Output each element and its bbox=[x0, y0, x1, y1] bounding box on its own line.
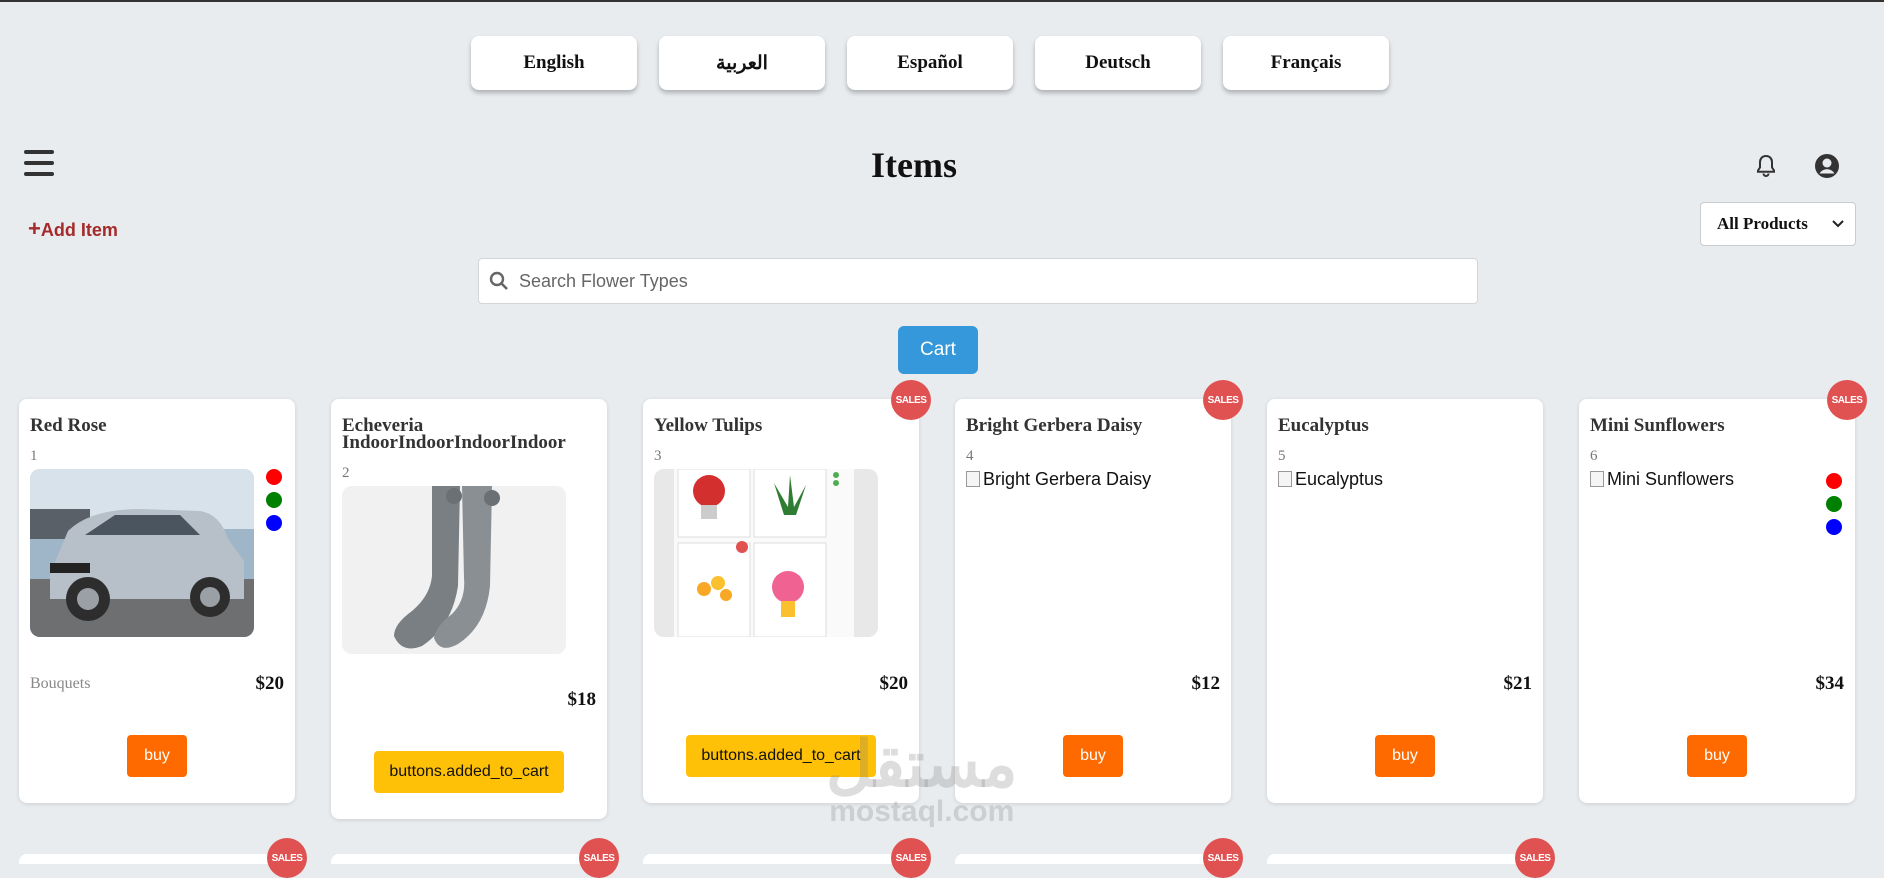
product-name: Red Rose bbox=[30, 415, 107, 436]
product-id: 3 bbox=[654, 448, 662, 464]
sales-badge: SALES bbox=[1203, 380, 1243, 420]
color-dot-red[interactable] bbox=[1826, 473, 1842, 489]
sales-badge: SALES bbox=[891, 838, 931, 878]
broken-image[interactable]: Mini Sunflowers bbox=[1590, 469, 1844, 490]
product-card: Echeveria IndoorIndoorIndoorIndoor 2 $18… bbox=[331, 399, 607, 819]
product-image-area bbox=[342, 486, 596, 654]
filter-selected-value: All Products bbox=[1717, 214, 1808, 233]
product-price: $12 bbox=[1191, 673, 1221, 694]
search-input[interactable] bbox=[517, 269, 1421, 293]
product-card: Eucalyptus 5 Eucalyptus $21 buy bbox=[1267, 399, 1543, 803]
add-item-label: Add Item bbox=[40, 220, 118, 240]
broken-image[interactable]: Eucalyptus bbox=[1278, 469, 1532, 490]
buy-button[interactable]: buy bbox=[127, 735, 187, 777]
added-to-cart-button[interactable]: buttons.added_to_cart bbox=[374, 751, 564, 793]
sales-badge: SALES bbox=[891, 380, 931, 420]
sales-badge: SALES bbox=[579, 838, 619, 878]
product-name: Echeveria IndoorIndoorIndoorIndoor bbox=[342, 415, 566, 453]
plus-icon: + bbox=[28, 216, 41, 241]
color-dot-green[interactable] bbox=[266, 492, 282, 508]
buy-button[interactable]: buy bbox=[1687, 735, 1747, 777]
sales-badge: SALES bbox=[1827, 380, 1867, 420]
buy-button[interactable]: buy bbox=[1063, 735, 1123, 777]
product-id: 2 bbox=[342, 465, 350, 481]
image-alt-text: Eucalyptus bbox=[1295, 469, 1384, 489]
added-to-cart-button[interactable]: buttons.added_to_cart bbox=[686, 735, 876, 777]
color-options bbox=[266, 469, 282, 531]
product-name: Yellow Tulips bbox=[654, 415, 763, 436]
product-image-area bbox=[654, 469, 908, 637]
lang-button-german[interactable]: Deutsch bbox=[1035, 36, 1201, 90]
product-image[interactable] bbox=[30, 469, 254, 637]
lang-button-spanish[interactable]: Español bbox=[847, 36, 1013, 90]
lang-button-french[interactable]: Français bbox=[1223, 36, 1389, 90]
product-id: 6 bbox=[1590, 448, 1598, 464]
product-id: 5 bbox=[1278, 448, 1286, 464]
broken-image-icon bbox=[1590, 471, 1604, 487]
color-options bbox=[1826, 473, 1842, 535]
cart-button[interactable]: Cart bbox=[898, 326, 978, 374]
product-name: Bright Gerbera Daisy bbox=[966, 415, 1143, 436]
product-category: Bouquets bbox=[30, 675, 91, 692]
product-price: $20 bbox=[255, 673, 285, 694]
color-dot-blue[interactable] bbox=[266, 515, 282, 531]
sales-badge: SALES bbox=[1203, 838, 1243, 878]
broken-image-icon bbox=[966, 471, 980, 487]
product-filter-select[interactable]: All Products bbox=[1700, 202, 1856, 246]
sales-badge: SALES bbox=[267, 838, 307, 878]
product-price: $18 bbox=[567, 689, 597, 710]
color-dot-blue[interactable] bbox=[1826, 519, 1842, 535]
buy-button[interactable]: buy bbox=[1375, 735, 1435, 777]
language-bar: English العربية Español Deutsch Français bbox=[471, 36, 1389, 90]
product-price: $21 bbox=[1503, 673, 1533, 694]
product-id: 4 bbox=[966, 448, 974, 464]
image-alt-text: Bright Gerbera Daisy bbox=[983, 469, 1152, 489]
chevron-down-icon bbox=[1832, 220, 1844, 228]
user-circle-icon[interactable] bbox=[1813, 152, 1841, 180]
product-card: Yellow Tulips 3 $20 buttons.added_to_car… bbox=[643, 399, 919, 803]
broken-image-icon bbox=[1278, 471, 1292, 487]
product-price: $34 bbox=[1815, 673, 1845, 694]
product-image-area bbox=[30, 469, 284, 637]
search-icon bbox=[489, 271, 508, 290]
bell-icon[interactable] bbox=[1752, 152, 1780, 180]
product-image[interactable] bbox=[342, 486, 566, 654]
search-bar bbox=[478, 258, 1478, 304]
color-dot-green[interactable] bbox=[1826, 496, 1842, 512]
broken-image[interactable]: Bright Gerbera Daisy bbox=[966, 469, 1220, 490]
page-title: Items bbox=[871, 145, 957, 185]
product-price: $20 bbox=[879, 673, 909, 694]
product-card: Bright Gerbera Daisy 4 Bright Gerbera Da… bbox=[955, 399, 1231, 803]
product-image[interactable] bbox=[654, 469, 878, 637]
lang-button-english[interactable]: English bbox=[471, 36, 637, 90]
sales-badge: SALES bbox=[1515, 838, 1555, 878]
product-name: Mini Sunflowers bbox=[1590, 415, 1725, 436]
product-card: Red Rose 1 Bouquets $20 buy bbox=[19, 399, 295, 803]
product-id: 1 bbox=[30, 448, 38, 464]
add-item-button[interactable]: +Add Item bbox=[28, 216, 118, 242]
color-dot-red[interactable] bbox=[266, 469, 282, 485]
product-name: Eucalyptus bbox=[1278, 415, 1369, 436]
product-card: Mini Sunflowers 6 Mini Sunflowers $34 bu… bbox=[1579, 399, 1855, 803]
product-image-area: Mini Sunflowers bbox=[1590, 469, 1844, 535]
image-alt-text: Mini Sunflowers bbox=[1607, 469, 1735, 489]
lang-button-arabic[interactable]: العربية bbox=[659, 36, 825, 90]
